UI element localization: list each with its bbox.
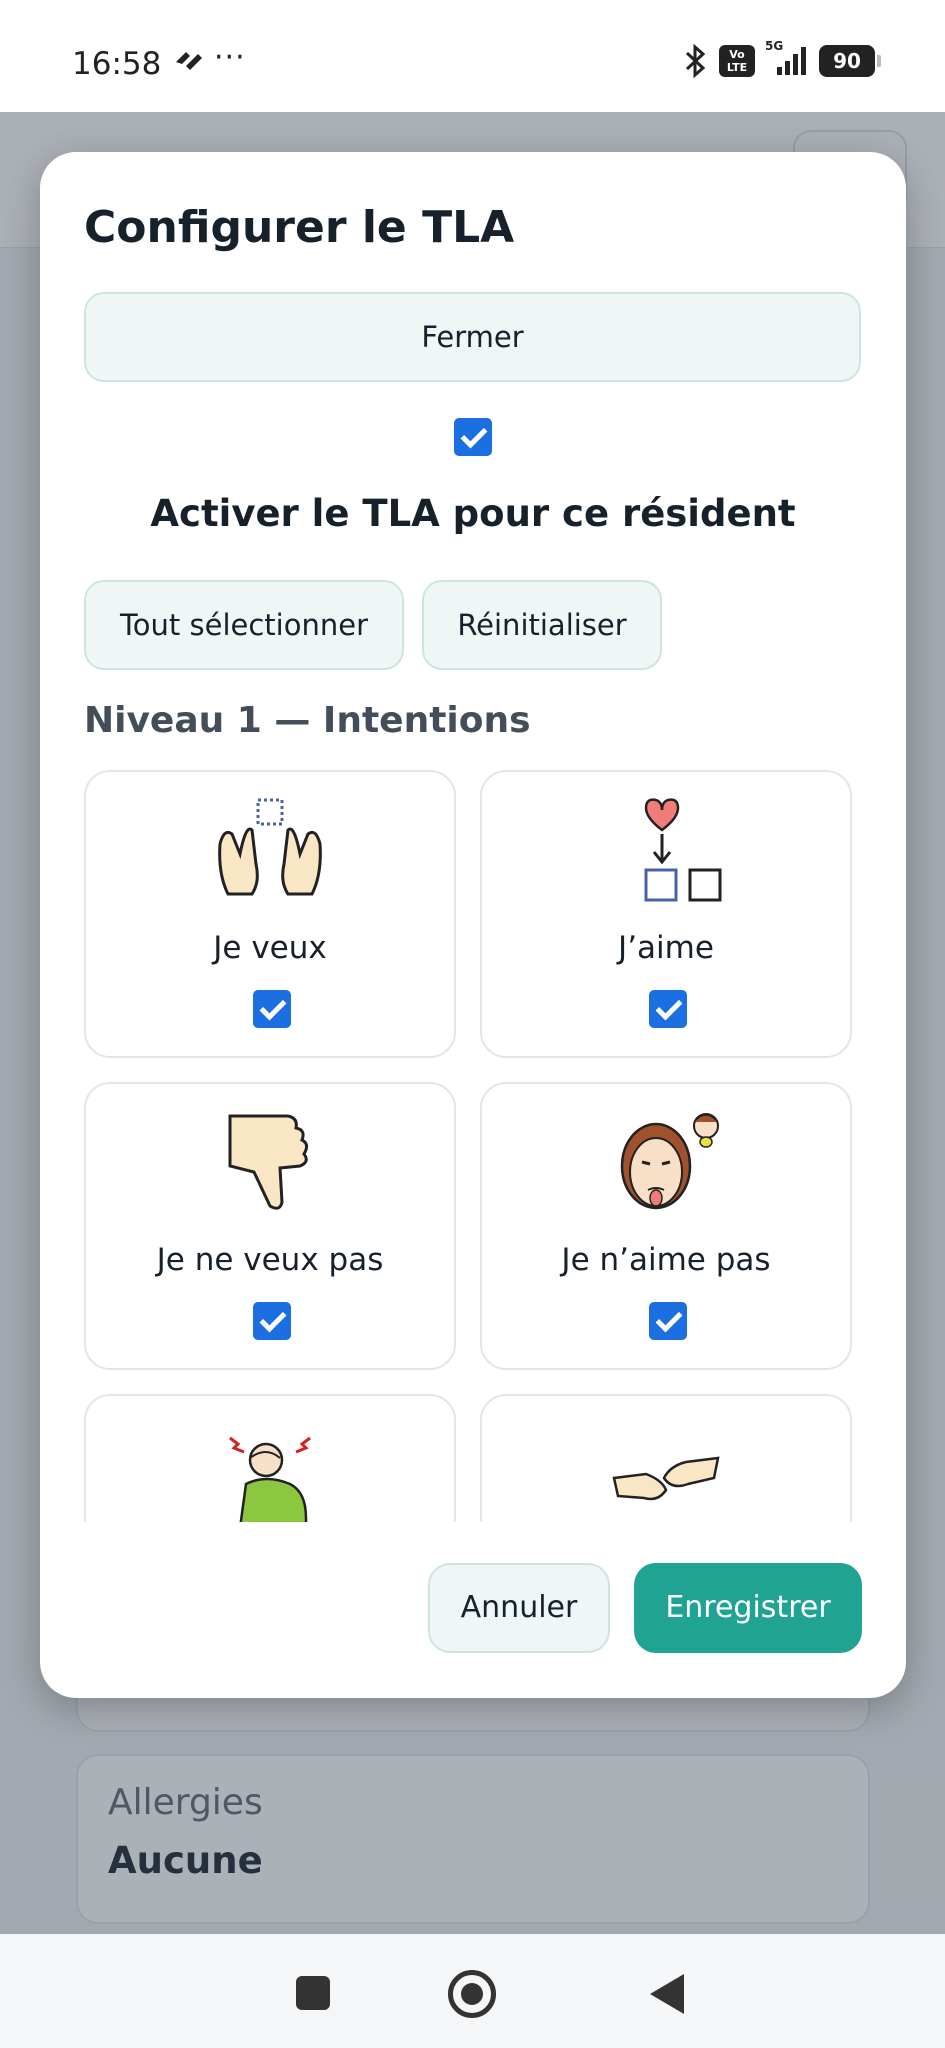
pictogram-checkbox[interactable]	[649, 990, 687, 1028]
pictogram-label: Je n’aime pas	[561, 1242, 771, 1278]
handshake-icon	[482, 1418, 850, 1522]
pictogram-label: Je veux	[213, 930, 327, 966]
headache-person-icon	[86, 1418, 454, 1522]
system-nav-bar	[0, 1934, 945, 2048]
dislike-face-icon	[482, 1106, 850, 1216]
pictogram-checkbox[interactable]	[649, 1302, 687, 1340]
save-button[interactable]: Enregistrer	[634, 1563, 862, 1653]
app-notification-icon	[172, 46, 206, 78]
volte-icon: Vo LTE	[719, 45, 755, 77]
status-time: 16:58	[72, 46, 162, 82]
pictogram-label: J’aime	[618, 930, 714, 966]
pictogram-card-headache[interactable]	[84, 1394, 456, 1522]
pictogram-card-like[interactable]: J’aime	[480, 770, 852, 1058]
bluetooth-icon	[685, 44, 706, 78]
thumbs-down-icon	[86, 1106, 454, 1216]
status-icons: Vo LTE 5G 90	[683, 39, 881, 78]
enable-tla-checkbox[interactable]	[454, 418, 492, 456]
pictogram-card-handshake[interactable]	[480, 1394, 852, 1522]
tla-config-modal: Configurer le TLA Fermer Activer le TLA …	[40, 152, 906, 1698]
more-notifications-icon: ···	[214, 40, 246, 75]
pictogram-card-dislike[interactable]: Je n’aime pas	[480, 1082, 852, 1370]
recents-button-icon[interactable]	[296, 1976, 330, 2010]
select-all-button[interactable]: Tout sélectionner	[84, 580, 404, 670]
pictogram-card-want[interactable]: Je veux	[84, 770, 456, 1058]
network-type: 5G	[765, 39, 784, 53]
want-hands-icon	[86, 794, 454, 904]
pictogram-grid: Je veux J’aime Je ne veux pas Je n’aime …	[40, 770, 906, 1522]
cancel-button[interactable]: Annuler	[428, 1563, 610, 1653]
modal-title: Configurer le TLA	[84, 202, 515, 253]
pictogram-card-dont-want[interactable]: Je ne veux pas	[84, 1082, 456, 1370]
back-button-icon[interactable]	[650, 1974, 684, 2014]
pictogram-checkbox[interactable]	[253, 1302, 291, 1340]
pictogram-checkbox[interactable]	[253, 990, 291, 1028]
section-title: Niveau 1 — Intentions	[84, 700, 531, 741]
pictogram-label: Je ne veux pas	[156, 1242, 384, 1278]
status-bar: 16:58 ··· Vo LTE 5G 90	[0, 0, 945, 112]
close-button[interactable]: Fermer	[84, 292, 861, 382]
battery-icon: 90	[819, 45, 881, 77]
enable-tla-label: Activer le TLA pour ce résident	[150, 492, 796, 535]
reset-button[interactable]: Réinitialiser	[422, 580, 662, 670]
signal-icon: 5G	[765, 39, 809, 77]
like-heart-icon	[482, 794, 850, 904]
home-button-icon[interactable]	[448, 1970, 496, 2018]
